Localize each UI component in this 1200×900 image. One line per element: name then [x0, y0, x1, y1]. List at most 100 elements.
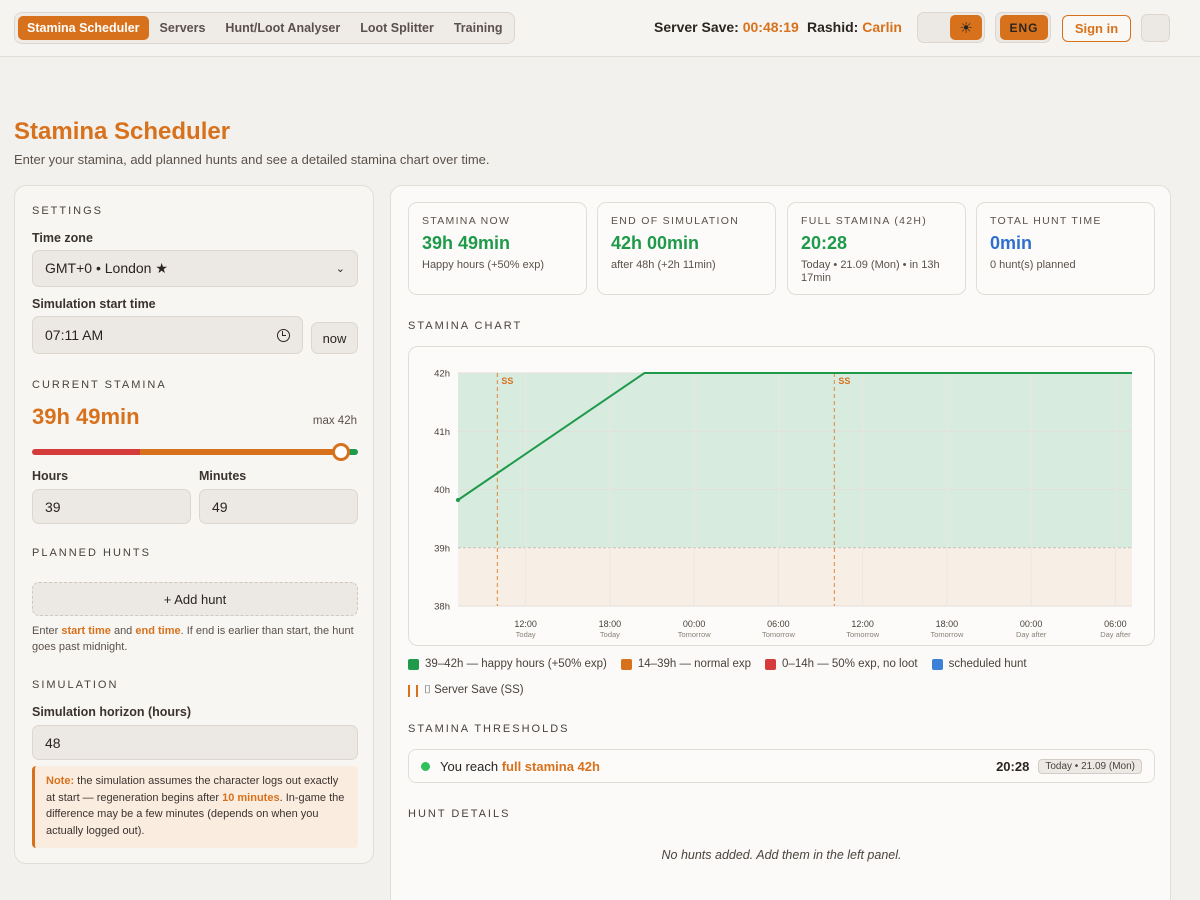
hint-text: and — [110, 625, 136, 637]
clock-icon[interactable] — [277, 328, 290, 342]
card-value: 0min — [990, 233, 1033, 253]
settings-panel: SETTINGS Time zone GMT+0 • London ★ ⌄ Si… — [14, 185, 374, 864]
x-tick-time: 06:00 — [1104, 619, 1127, 629]
note-highlight: 10 minutes — [222, 791, 280, 804]
now-button[interactable]: now — [311, 322, 358, 354]
summary-card: STAMINA NOW 39h 49min Happy hours (+50% ex… — [408, 202, 587, 295]
x-tick-day: Tomorrow — [930, 630, 964, 639]
legend-server-save-label: ⌷ Server Save (SS) — [424, 684, 524, 696]
timezone-select[interactable]: GMT+0 • London ★ ⌄ — [32, 250, 358, 287]
y-tick-label: 42h — [434, 369, 450, 380]
thresholds-heading: STAMINA THRESHOLDS — [408, 723, 570, 735]
current-stamina-value: 39h 49min — [32, 404, 140, 429]
planned-hunts-hint: Enter start time and end time. If end is… — [32, 623, 358, 655]
nav-training[interactable]: Training — [445, 16, 512, 40]
main-nav: Stamina Scheduler Servers Hunt/Loot Analys… — [14, 12, 516, 44]
status-dot-icon — [421, 761, 430, 771]
stamina-chart-svg: 42h41h40h39h38h12:00Today18:00Today00:00… — [434, 369, 1132, 639]
start-time-label: Simulation start time — [32, 297, 156, 311]
threshold-highlight: full stamina 42h — [501, 758, 600, 774]
card-subtitle: after 48h (+2h 11min) — [611, 259, 716, 271]
legend-item: scheduled hunt — [931, 658, 1027, 670]
menu-button[interactable] — [1141, 14, 1170, 42]
threshold-prefix: You reach — [440, 758, 502, 774]
summary-card: FULL STAMINA (42H) 20:28 Today • 21.09 (Mo… — [787, 202, 966, 295]
top-bar: Stamina Scheduler Servers Hunt/Loot Analys… — [0, 0, 1200, 57]
stamina-slider-thumb[interactable] — [332, 443, 351, 461]
server-save: Server Save: 00:48:19 — [654, 19, 799, 35]
simulation-heading: SIMULATION — [32, 679, 119, 691]
card-subtitle: Today • 21.09 (Mon) • in 13h 17min — [801, 259, 940, 284]
timezone-value: GMT+0 • London ★ — [45, 260, 168, 276]
legend-row: 39–42h — happy hours (+50% exp) 14–39h — … — [408, 656, 1155, 672]
x-tick-time: 18:00 — [599, 619, 622, 629]
planned-hunts-heading: PLANNED HUNTS — [32, 547, 151, 559]
legend-item: 0–14h — 50% exp, no loot — [765, 658, 918, 670]
start-time-value: 07:11 AM — [45, 327, 104, 343]
server-save-icon — [408, 684, 418, 697]
add-hunt-button[interactable]: + Add hunt — [32, 582, 358, 616]
summary-card: END OF SIMULATION 42h 00min after 48h (+2h… — [597, 202, 776, 295]
x-tick-time: 12:00 — [514, 619, 537, 629]
minutes-input[interactable]: 49 — [199, 489, 358, 524]
threshold-row: You reach full stamina 42h 20:28 Today •… — [408, 749, 1155, 783]
note-label: Note: — [46, 775, 75, 787]
nav-hunt-loot-analyser[interactable]: Hunt/Loot Analyser — [216, 16, 349, 40]
hunt-details-heading: HUNT DETAILS — [408, 808, 511, 820]
legend-server-save: ⌷ Server Save (SS) — [408, 684, 524, 697]
legend-label: scheduled hunt — [948, 658, 1027, 670]
legend-swatch — [765, 658, 777, 670]
x-tick-day: Tomorrow — [846, 630, 880, 639]
timezone-label: Time zone — [32, 231, 93, 245]
hint-text: Enter — [32, 625, 62, 637]
legend-swatch — [931, 658, 943, 670]
hunt-details-empty: No hunts added. Add them in the left pan… — [661, 848, 902, 862]
language-button[interactable]: ENG — [1000, 15, 1048, 40]
settings-heading: SETTINGS — [32, 205, 104, 217]
rashid-location: Rashid: Carlin — [807, 19, 902, 35]
stamina-chart: 42h 41h 40h 39h 38h 12:00 Today 18:00 Today 00:00… — [408, 346, 1155, 646]
card-title: END OF SIMULATION — [611, 215, 740, 227]
nav-stamina-scheduler[interactable]: Stamina Scheduler — [18, 16, 149, 40]
sign-in-button[interactable]: Sign in — [1062, 15, 1131, 42]
card-title: TOTAL HUNT TIME — [990, 215, 1102, 227]
x-tick-day: Day after — [1100, 630, 1131, 639]
x-tick-time: 00:00 — [1020, 619, 1043, 629]
summary-card: TOTAL HUNT TIME 0min 0 hunt(s) planned — [976, 202, 1155, 295]
simulation-note: Note: the simulation assumes the charact… — [32, 766, 358, 848]
horizon-label: Simulation horizon (hours) — [32, 705, 192, 719]
x-tick-time: 18:00 — [936, 619, 959, 629]
language-switch: ENG — [995, 12, 1051, 43]
card-value: 42h 00min — [611, 233, 700, 253]
chevron-down-icon: ⌄ — [335, 263, 345, 275]
x-tick-time: 00:00 — [683, 619, 706, 629]
start-time-input[interactable]: 07:11 AM — [32, 316, 303, 354]
page-subtitle: Enter your stamina, add planned hunts an… — [14, 152, 490, 167]
horizon-input[interactable]: 48 — [32, 725, 358, 760]
legend-label: 39–42h — happy hours (+50% exp) — [425, 658, 607, 670]
stamina-slider[interactable] — [32, 443, 358, 461]
max-stamina-label: max 42h — [312, 415, 357, 427]
threshold-text: You reach full stamina 42h — [440, 759, 600, 774]
x-tick-time: 06:00 — [767, 619, 790, 629]
hours-input[interactable]: 39 — [32, 489, 191, 524]
x-tick-day: Today — [516, 630, 536, 639]
threshold-date-badge: Today • 21.09 (Mon) — [1038, 758, 1142, 774]
card-value: 39h 49min — [422, 233, 511, 253]
card-value: 20:28 — [801, 233, 848, 253]
chart-legend: 39–42h — happy hours (+50% exp) 14–39h — … — [408, 656, 1155, 697]
legend-label: 0–14h — 50% exp, no loot — [782, 658, 918, 670]
sun-icon[interactable]: ☀ — [950, 15, 982, 40]
minutes-label: Minutes — [199, 469, 247, 483]
card-subtitle: Happy hours (+50% exp) — [422, 259, 544, 271]
legend-item: 39–42h — happy hours (+50% exp) — [408, 658, 607, 670]
y-tick-label: 39h — [434, 543, 450, 554]
threshold-time: 20:28 — [996, 758, 1030, 774]
server-save-marker: SS — [501, 376, 513, 386]
server-save-countdown: 00:48:19 — [742, 19, 799, 35]
x-tick-day: Tomorrow — [678, 630, 712, 639]
slider-low-zone — [32, 449, 140, 455]
nav-loot-splitter[interactable]: Loot Splitter — [351, 16, 443, 40]
nav-servers[interactable]: Servers — [151, 16, 215, 40]
legend-item: 14–39h — normal exp — [620, 658, 751, 670]
